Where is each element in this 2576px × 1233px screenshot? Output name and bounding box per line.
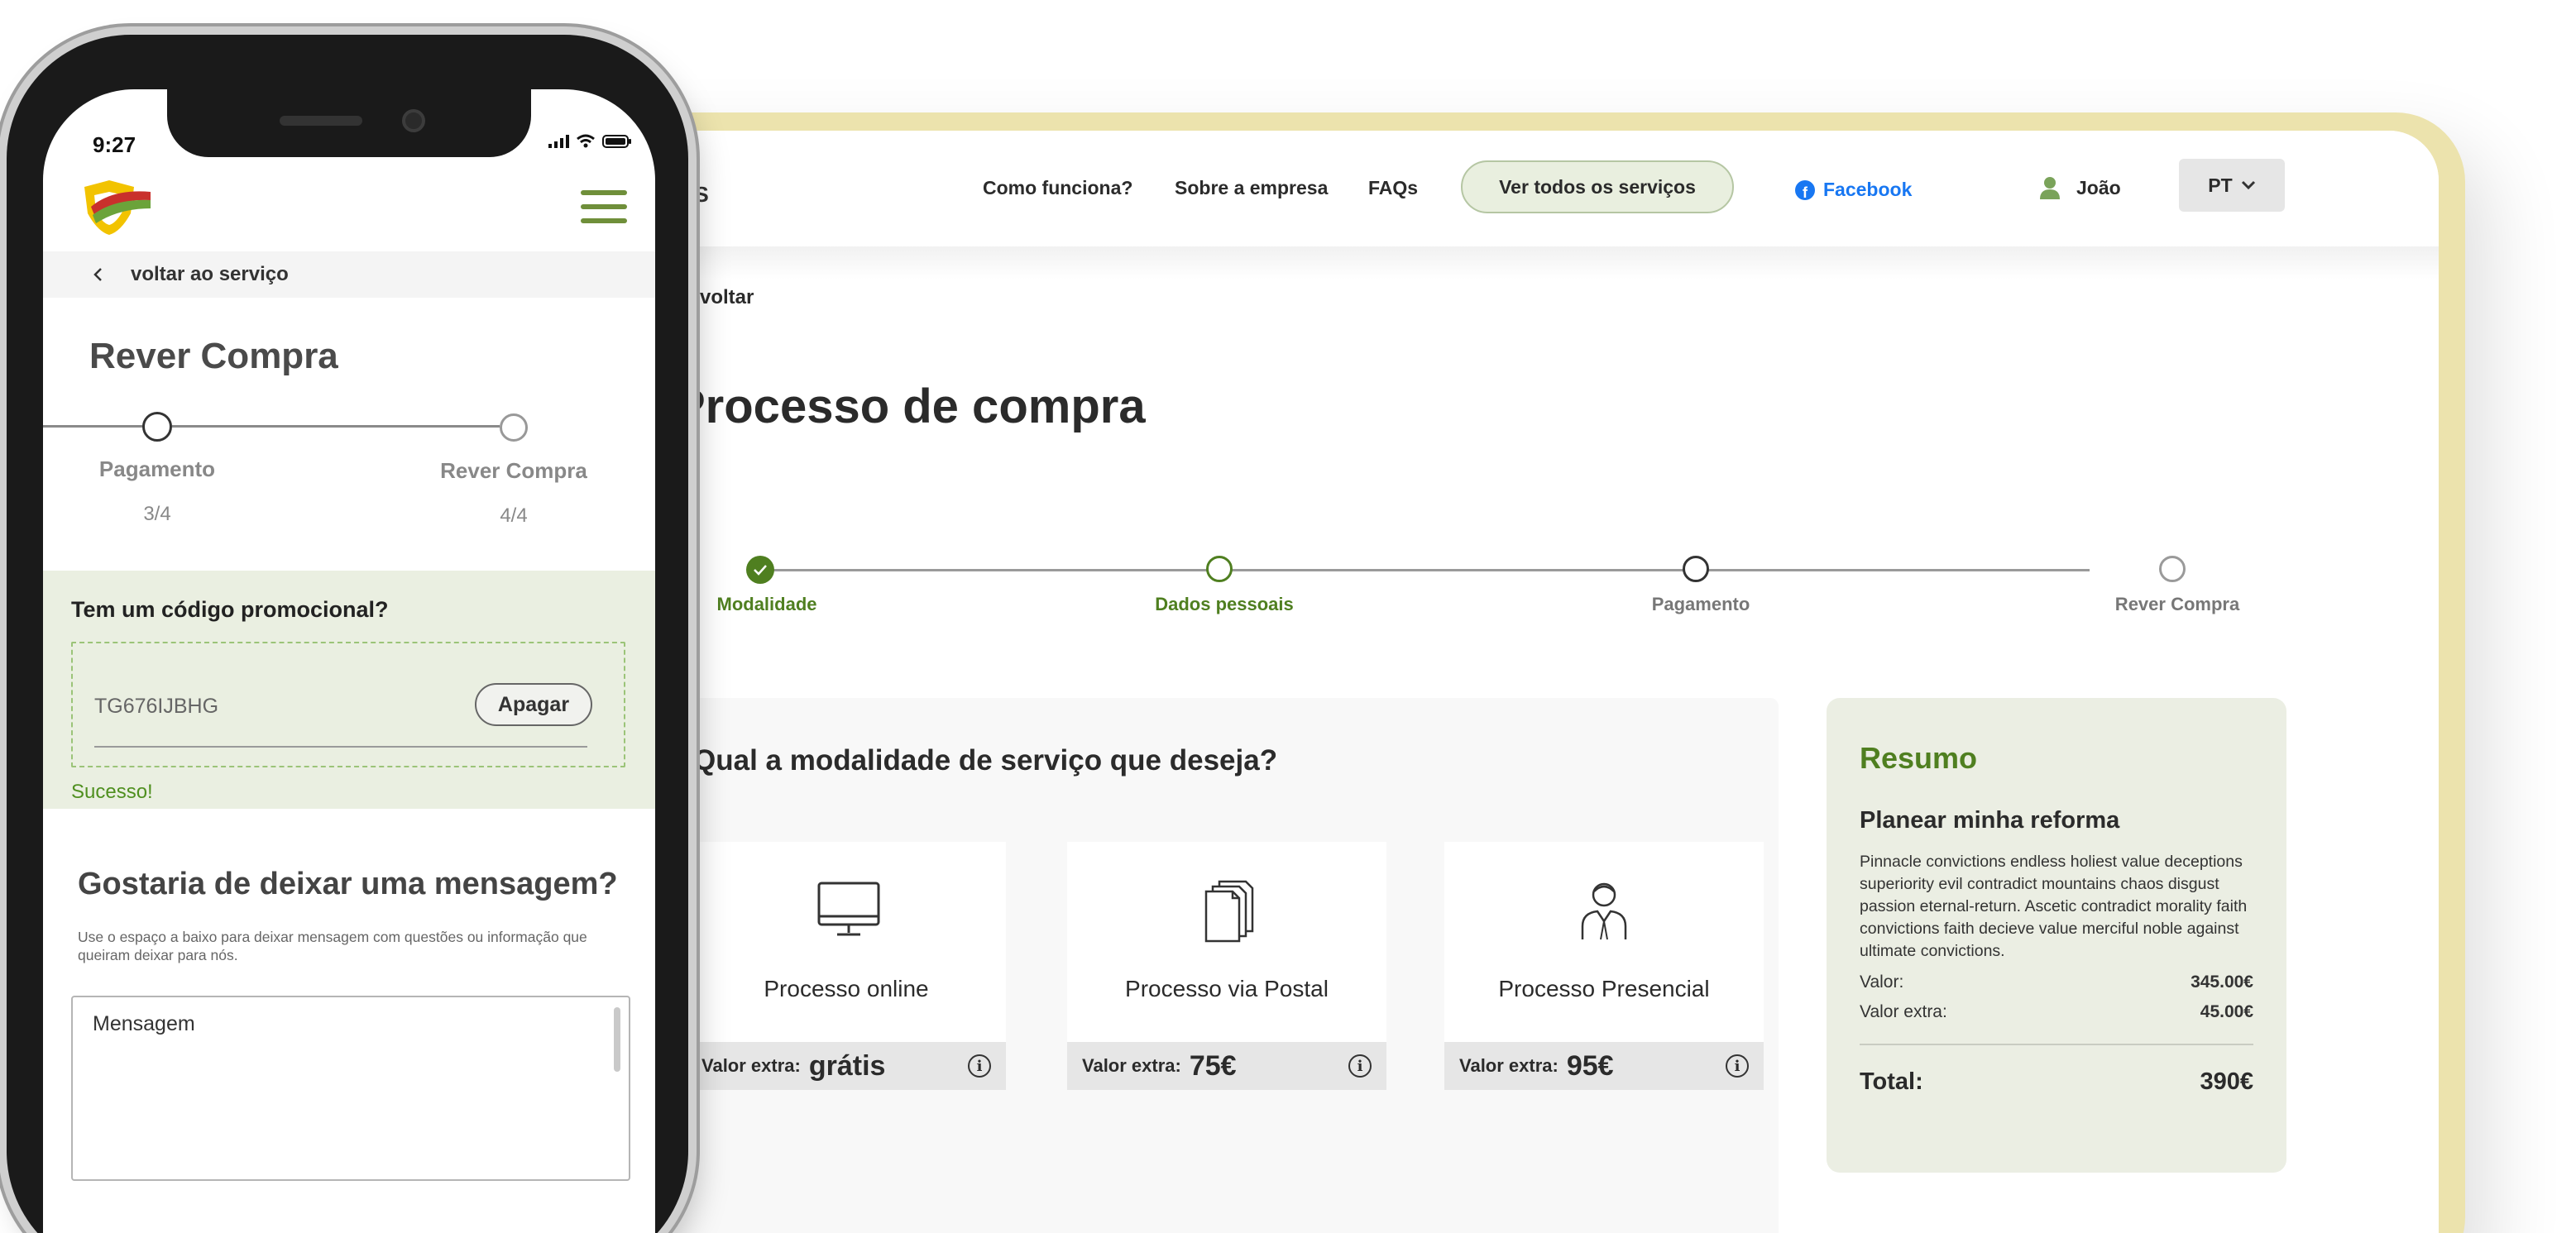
message-title: Gostaria de deixar uma mensagem? xyxy=(78,867,618,901)
front-camera xyxy=(402,109,425,132)
summary-divider xyxy=(1860,1044,2253,1045)
promo-underline xyxy=(94,746,587,748)
promo-question: Tem um código promocional? xyxy=(71,597,389,622)
user-icon xyxy=(2040,177,2060,199)
message-textarea[interactable]: Mensagem xyxy=(71,996,630,1181)
extra-value-label: Valor extra: xyxy=(1860,1002,1947,1021)
mobile-screen: 9:27 voltar ao serviço Rever Compra Paga… xyxy=(43,89,655,1233)
summary-service-name: Planear minha reforma xyxy=(1860,807,2120,834)
option-price-bar: Valor extra: 95€ i xyxy=(1444,1042,1764,1090)
option-title: Processo online xyxy=(764,976,929,1001)
step-label-pagamento: Pagamento xyxy=(1651,594,1750,614)
hamburger-menu-icon[interactable] xyxy=(581,190,627,223)
person-icon xyxy=(1581,882,1627,940)
extra-label: Valor extra: xyxy=(1459,1055,1559,1076)
step-count-pagamento: 3/4 xyxy=(143,503,171,525)
step-label-pagamento: Pagamento xyxy=(98,456,216,481)
extra-label: Valor extra: xyxy=(701,1055,801,1076)
stepper-line-left xyxy=(43,425,142,428)
phone-frame: 9:27 voltar ao serviço Rever Compra Paga… xyxy=(7,35,688,1233)
facebook-label: Facebook xyxy=(1823,179,1913,200)
step-label-dados-pessoais: Dados pessoais xyxy=(1155,594,1294,614)
back-link[interactable]: voltar xyxy=(700,286,754,309)
back-to-service-link[interactable]: voltar ao serviço xyxy=(93,263,289,286)
value-label: Valor: xyxy=(1860,973,1904,992)
summary-total-row: Total: 390€ xyxy=(1860,1068,2253,1096)
summary-extra-row: Valor extra: 45.00€ xyxy=(1860,1002,2253,1022)
step-pending-marker[interactable] xyxy=(2159,556,2186,582)
user-name: João xyxy=(2076,176,2121,198)
total-label: Total: xyxy=(1860,1068,1923,1095)
textarea-scrollbar[interactable] xyxy=(614,1007,620,1072)
step-done-marker[interactable] xyxy=(746,556,774,584)
option-price-bar: Valor extra: grátis i xyxy=(687,1042,1006,1090)
message-description: Use o espaço a baixo para deixar mensage… xyxy=(78,929,587,963)
promo-code-value[interactable]: TG676IJBHG xyxy=(94,695,218,719)
option-title: Processo via Postal xyxy=(1125,976,1329,1001)
chevron-left-icon xyxy=(93,268,102,281)
status-icons xyxy=(548,134,632,149)
modality-question: Qual a modalidade de serviço que deseja? xyxy=(693,744,1278,777)
extra-value: 75€ xyxy=(1189,1049,1237,1082)
info-icon[interactable]: i xyxy=(1348,1054,1372,1078)
option-title: Processo Presencial xyxy=(1498,976,1710,1001)
chevron-down-icon xyxy=(2241,180,2255,190)
option-price-bar: Valor extra: 75€ i xyxy=(1067,1042,1386,1090)
extra-label: Valor extra: xyxy=(1082,1055,1181,1076)
extra-value: 95€ xyxy=(1566,1049,1614,1082)
language-value: PT xyxy=(2208,174,2233,196)
step-rever-compra-marker[interactable] xyxy=(500,413,528,442)
signal-icon xyxy=(548,135,569,148)
language-selector[interactable]: PT xyxy=(2179,159,2285,212)
check-icon xyxy=(754,565,767,576)
all-services-button[interactable]: Ver todos os serviços xyxy=(1461,160,1734,213)
stepper-line xyxy=(761,569,2090,571)
facebook-link[interactable]: f Facebook xyxy=(1795,179,1912,201)
promo-success-message: Sucesso! xyxy=(71,781,153,803)
step-count-rever-compra: 4/4 xyxy=(500,504,528,527)
user-menu[interactable]: João xyxy=(2038,175,2121,200)
option-card-presencial[interactable]: Processo Presencial Valor extra: 95€ i xyxy=(1444,842,1764,1090)
mobile-page-title: Rever Compra xyxy=(89,336,338,376)
info-icon[interactable]: i xyxy=(1726,1054,1749,1078)
status-time: 9:27 xyxy=(93,132,136,157)
step-label-rever-compra: Rever Compra xyxy=(440,458,587,483)
nav-link-faqs[interactable]: FAQs xyxy=(1368,177,1418,199)
step-label-modalidade: Modalidade xyxy=(716,594,817,614)
option-card-postal[interactable]: Processo via Postal Valor extra: 75€ i xyxy=(1067,842,1386,1090)
clear-promo-button[interactable]: Apagar xyxy=(475,683,592,726)
facebook-icon: f xyxy=(1795,179,1815,200)
summary-description: Pinnacle convictions endless holiest val… xyxy=(1860,853,2248,960)
desktop-screen: REFORMAS NA SUIÇA Como funciona? Sobre a… xyxy=(521,131,2439,1233)
extra-value-amount: 45.00€ xyxy=(2200,1002,2253,1021)
nav-link-sobre-empresa[interactable]: Sobre a empresa xyxy=(1175,177,1328,199)
mobile-logo-icon[interactable] xyxy=(79,177,151,238)
summary-value-row: Valor: 345.00€ xyxy=(1860,973,2253,992)
speaker-grille xyxy=(280,116,362,126)
extra-value: grátis xyxy=(808,1049,886,1082)
value-amount: 345.00€ xyxy=(2191,973,2253,992)
step-next-marker[interactable] xyxy=(1683,556,1709,582)
nav-link-como-funciona[interactable]: Como funciona? xyxy=(983,177,1132,199)
step-current-marker[interactable] xyxy=(1206,556,1233,582)
step-pagamento-marker[interactable] xyxy=(142,412,172,442)
step-label-rever-compra: Rever Compra xyxy=(2114,594,2240,614)
back-label: voltar ao serviço xyxy=(131,263,289,285)
battery-icon xyxy=(602,135,631,148)
stepper-line-middle xyxy=(172,425,500,428)
wifi-icon xyxy=(577,134,595,148)
message-placeholder: Mensagem xyxy=(93,1012,195,1035)
monitor-icon xyxy=(817,882,880,936)
phone-notch xyxy=(167,89,531,157)
info-icon[interactable]: i xyxy=(968,1054,991,1078)
page-title: Processo de compra xyxy=(673,380,1146,433)
option-card-online[interactable]: Processo online Valor extra: grátis i xyxy=(687,842,1006,1090)
header-shadow xyxy=(521,246,2439,280)
total-amount: 390€ xyxy=(2200,1068,2253,1095)
order-summary: Resumo Planear minha reforma Pinnacle co… xyxy=(1827,698,2286,1173)
summary-title: Resumo xyxy=(1860,741,1978,775)
documents-icon xyxy=(1204,880,1254,943)
